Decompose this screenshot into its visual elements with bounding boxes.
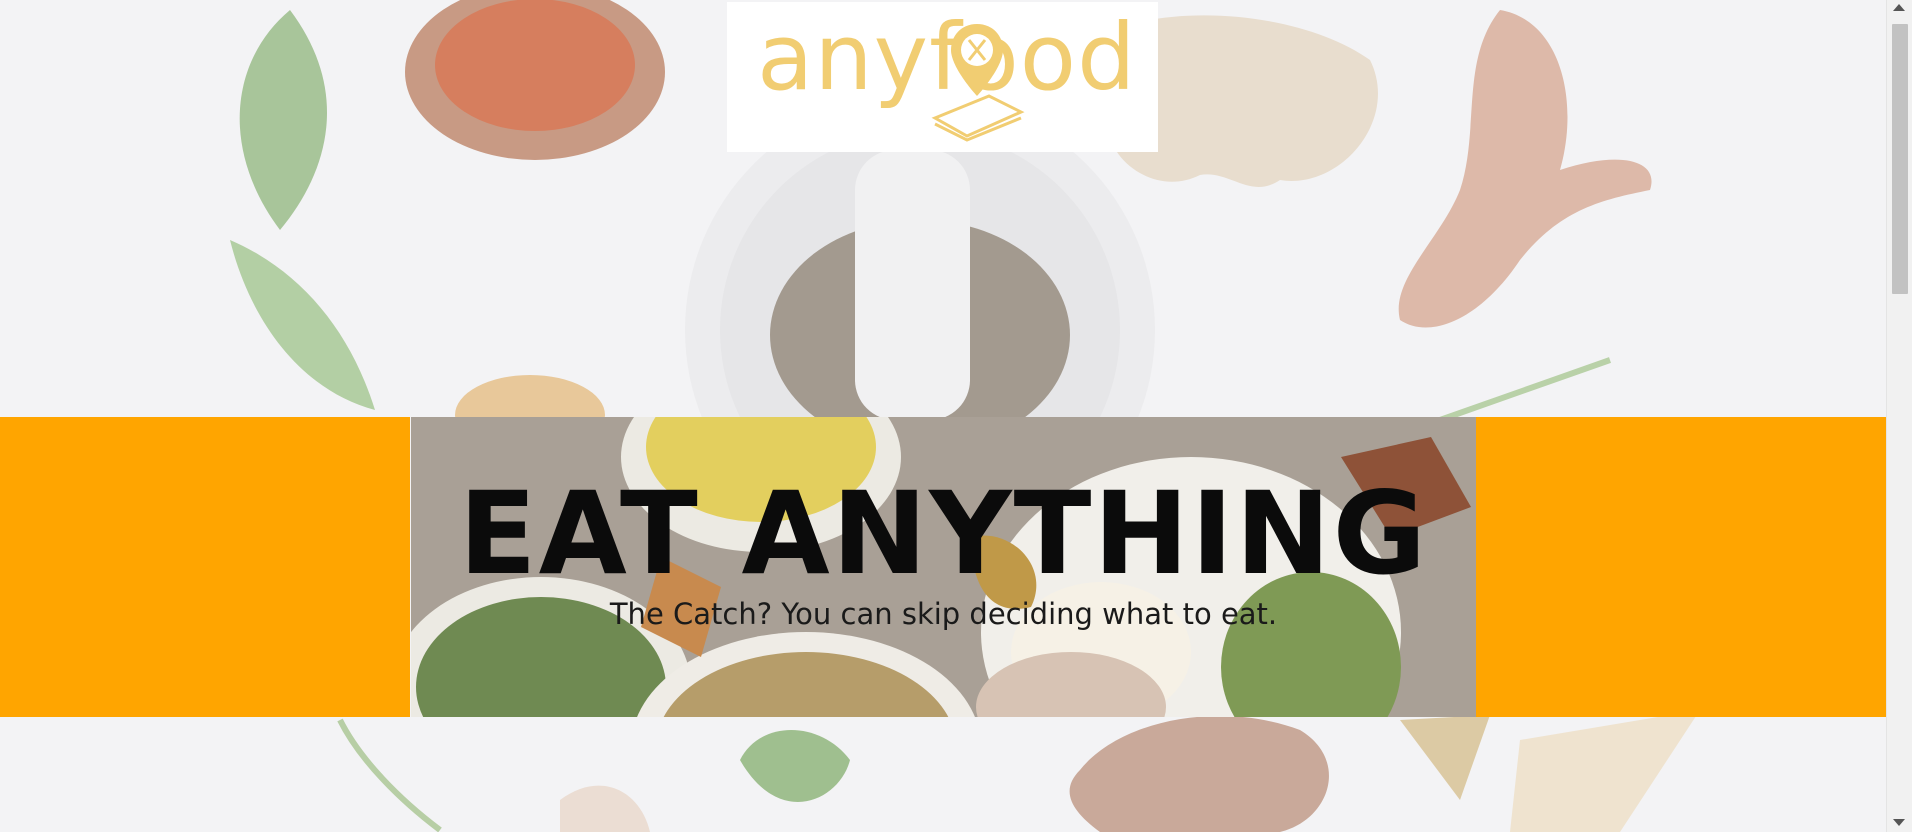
smartphone-icon [931, 94, 1025, 142]
vertical-scrollbar[interactable] [1886, 0, 1912, 832]
scroll-up-arrow-icon[interactable] [1893, 4, 1905, 11]
hero-title: EAT ANYTHING [458, 467, 1429, 600]
hero-subtitle: The Catch? You can skip deciding what to… [609, 597, 1278, 631]
scrollbar-thumb[interactable] [1892, 24, 1908, 294]
hero-banner: EAT ANYTHING The Catch? You can skip dec… [411, 417, 1476, 717]
hero-band-right [1476, 417, 1886, 717]
map-pin-utensils-icon [951, 24, 1003, 96]
hero-band-left [0, 417, 410, 717]
page-viewport: anyfood EAT ANYTHING The Catch? You can … [0, 0, 1886, 832]
logo-container[interactable]: anyfood [727, 2, 1158, 152]
scroll-down-arrow-icon[interactable] [1893, 819, 1905, 826]
